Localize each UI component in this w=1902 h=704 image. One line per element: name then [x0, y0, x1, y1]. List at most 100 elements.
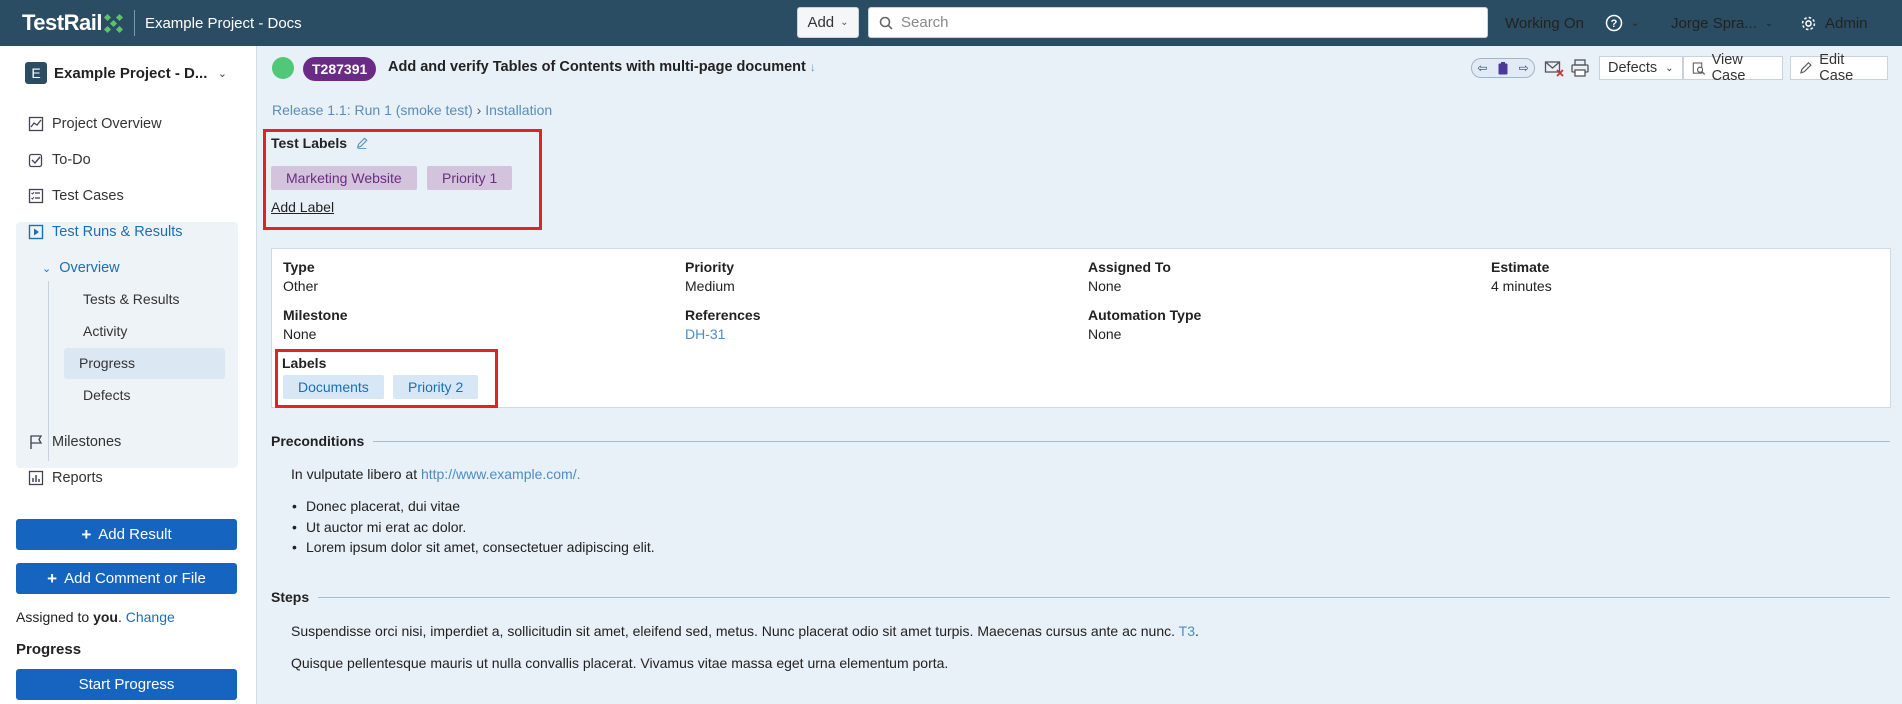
sidebar-item-reports[interactable]: Reports [28, 467, 103, 489]
checklist-icon [28, 188, 44, 204]
pencil-icon [1800, 61, 1812, 74]
help-menu[interactable]: ? ⌄ [1605, 0, 1639, 46]
sidebar-item-test-runs[interactable]: Test Runs & Results [28, 221, 183, 243]
search-placeholder: Search [901, 14, 949, 31]
start-progress-label: Start Progress [78, 676, 175, 693]
project-badge: E [25, 62, 47, 84]
add-result-button[interactable]: + Add Result [16, 519, 237, 550]
chevron-down-icon: ⌄ [840, 17, 849, 28]
help-icon: ? [1605, 14, 1623, 32]
search-input[interactable]: Search [868, 7, 1488, 38]
working-on-label: Working On [1505, 14, 1584, 32]
project-title[interactable]: Example Project - Docs [145, 15, 302, 32]
add-result-label: Add Result [98, 526, 172, 543]
test-labels-title: Test Labels [271, 135, 347, 151]
breadcrumb-section-link[interactable]: Installation [485, 102, 552, 118]
add-dropdown-button[interactable]: Add ⌄ [797, 7, 859, 38]
intro-text: In vulputate libero at [291, 466, 418, 482]
test-label-chip[interactable]: Marketing Website [271, 166, 417, 190]
chart-icon [28, 116, 44, 132]
sidebar-item-label: Project Overview [52, 116, 162, 132]
status-indicator [272, 57, 294, 79]
view-icon [1692, 61, 1706, 75]
list-item: Donec placerat, dui vitae [292, 498, 460, 514]
add-label: Add [807, 14, 835, 31]
breadcrumb-separator: › [476, 102, 482, 118]
assigned-prefix: Assigned to [16, 609, 90, 625]
assigned-user: you [93, 609, 118, 625]
estimate-value: 4 minutes [1491, 278, 1552, 294]
preconditions-intro: In vulputate libero at http://www.exampl… [291, 466, 581, 482]
logo-text: TestRail [22, 10, 102, 35]
pencil-icon[interactable] [356, 137, 368, 149]
sidebar-item-defects[interactable]: Defects [83, 387, 130, 403]
sidebar: E Example Project - D... ⌄ Project Overv… [0, 46, 257, 704]
automation-type-value: None [1088, 326, 1122, 342]
admin-link[interactable]: Admin [1800, 0, 1868, 46]
preconditions-heading: Preconditions [271, 433, 365, 449]
flag-icon [30, 435, 43, 449]
test-properties-panel [271, 248, 1891, 408]
testrail-logo[interactable]: TestRail [22, 10, 123, 36]
sidebar-item-activity[interactable]: Activity [83, 323, 127, 339]
sidebar-item-todo[interactable]: To-Do [28, 149, 91, 171]
clipboard-icon[interactable] [1498, 61, 1508, 75]
sidebar-item-milestones[interactable]: Milestones [28, 431, 121, 453]
plus-icon: + [47, 568, 58, 588]
header-divider [133, 10, 135, 36]
working-on-link[interactable]: Working On [1505, 0, 1584, 46]
test-id-badge: T287391 [303, 57, 377, 81]
reference-link[interactable]: DH-31 [685, 326, 725, 342]
sidebar-item-tests-results[interactable]: Tests & Results [83, 291, 179, 307]
label-chip[interactable]: Documents [283, 375, 384, 399]
example-link[interactable]: http://www.example.com/. [421, 466, 581, 482]
section-divider [373, 441, 1890, 442]
user-menu[interactable]: Jorge Spra... ⌄ [1671, 0, 1773, 46]
add-comment-button[interactable]: + Add Comment or File [16, 563, 237, 594]
chevron-down-icon: ⌄ [1631, 17, 1640, 29]
play-square-icon [28, 224, 44, 240]
edit-case-label: Edit Case [1819, 52, 1854, 84]
change-assignee-link[interactable]: Change [126, 609, 175, 625]
add-label-link[interactable]: Add Label [271, 199, 334, 215]
arrow-down-icon[interactable]: ↓ [810, 60, 816, 74]
defects-dropdown[interactable]: Defects ⌄ [1599, 56, 1683, 80]
steps-heading: Steps [271, 589, 310, 605]
sidebar-item-label: Reports [52, 470, 103, 486]
sidebar-item-project-overview[interactable]: Project Overview [28, 113, 162, 135]
gear-icon [1801, 16, 1816, 30]
search-icon [879, 16, 893, 30]
project-name: Example Project - D... [54, 64, 208, 82]
automation-type-key: Automation Type [1088, 307, 1202, 323]
next-arrow-icon[interactable]: ⇨ [1519, 61, 1529, 75]
steps-period: . [1194, 623, 1199, 639]
priority-value: Medium [685, 278, 735, 294]
references-key: References [685, 307, 761, 323]
view-case-button[interactable]: View Case [1683, 52, 1783, 84]
plus-icon: + [81, 524, 92, 544]
sidebar-item-overview[interactable]: ⌄ Overview [42, 257, 120, 279]
mail-error-icon[interactable] [1544, 58, 1564, 78]
add-comment-label: Add Comment or File [64, 570, 206, 587]
sidebar-item-test-cases[interactable]: Test Cases [28, 185, 124, 207]
list-item: Ut auctor mi erat ac dolor. [292, 519, 466, 535]
test-label-chip[interactable]: Priority 1 [427, 166, 513, 190]
chevron-down-icon: ⌄ [1665, 62, 1674, 74]
steps-line-2: Quisque pellentesque mauris ut nulla con… [291, 655, 949, 671]
sidebar-item-label: Test Runs & Results [52, 224, 183, 240]
step-reference-link[interactable]: T3 [1179, 623, 1195, 639]
breadcrumb-run-link[interactable]: Release 1.1: Run 1 (smoke test) [272, 102, 473, 118]
assigned-to-value: None [1088, 278, 1122, 294]
sidebar-item-progress[interactable]: Progress [79, 355, 135, 371]
edit-case-button[interactable]: Edit Case [1790, 52, 1888, 84]
title-text: Add and verify Tables of Contents with m… [388, 59, 806, 75]
sidebar-item-label: Test Cases [52, 188, 124, 204]
label-chip[interactable]: Priority 2 [393, 375, 479, 399]
user-name: Jorge Spra... [1671, 14, 1757, 32]
project-selector[interactable]: E Example Project - D... ⌄ [25, 60, 235, 86]
start-progress-button[interactable]: Start Progress [16, 669, 237, 700]
checkbox-icon [28, 153, 43, 168]
previous-arrow-icon[interactable]: ⇦ [1477, 61, 1487, 75]
print-icon[interactable] [1570, 58, 1590, 78]
breadcrumb: Release 1.1: Run 1 (smoke test) › Instal… [272, 102, 552, 118]
